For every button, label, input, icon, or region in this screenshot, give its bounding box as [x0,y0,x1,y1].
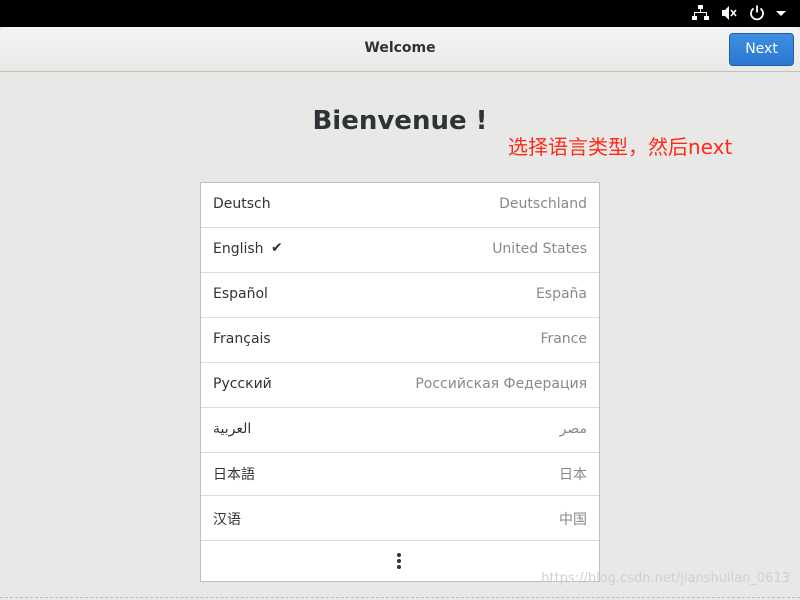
language-region: France [540,331,587,347]
language-region: Российская Федерация [415,376,587,392]
language-row-chinese[interactable]: 汉语 中国 [201,496,599,541]
language-region: 日本 [559,467,587,483]
header-bar: Welcome Next [0,27,800,72]
window-title: Welcome [364,40,436,56]
language-row-japanese[interactable]: 日本語 日本 [201,451,599,496]
language-region: 中国 [559,512,587,528]
divider [0,597,800,598]
language-region: España [535,286,587,302]
language-name: 日本語 [213,467,255,483]
checkmark-icon: ✔ [271,240,283,256]
next-button[interactable]: Next [729,33,794,66]
language-row-francais[interactable]: Français France [201,318,599,363]
network-icon[interactable] [691,4,709,22]
language-row-arabic[interactable]: العربية مصر [201,408,599,453]
language-row-russian[interactable]: Русский Российская Федерация [201,363,599,408]
chevron-down-icon[interactable] [772,4,790,22]
language-name: 汉语 [213,512,241,528]
volume-muted-icon[interactable] [720,4,738,22]
power-icon[interactable] [748,4,766,22]
language-name: العربية [213,421,252,437]
language-name: Русский [213,376,272,392]
language-name: English [213,241,264,257]
language-row-deutsch[interactable]: Deutsch Deutschland [201,183,599,228]
vertical-ellipsis-icon [397,553,401,569]
language-row-espanol[interactable]: Español España [201,273,599,318]
top-bar [0,0,800,27]
language-name: Français [213,331,271,347]
language-name: Deutsch [213,196,271,212]
watermark-text: https://blog.csdn.net/jianshuilan_0613 [541,571,790,586]
language-region: United States [492,241,587,257]
language-region: Deutschland [499,196,587,212]
language-name: Español [213,286,268,302]
annotation-text: 选择语言类型，然后next [508,135,733,159]
language-row-english[interactable]: English ✔ United States [201,228,599,273]
more-languages-button[interactable] [201,541,599,581]
language-list: Deutsch Deutschland English ✔ United Sta… [200,182,600,582]
language-region: مصر [559,421,587,437]
